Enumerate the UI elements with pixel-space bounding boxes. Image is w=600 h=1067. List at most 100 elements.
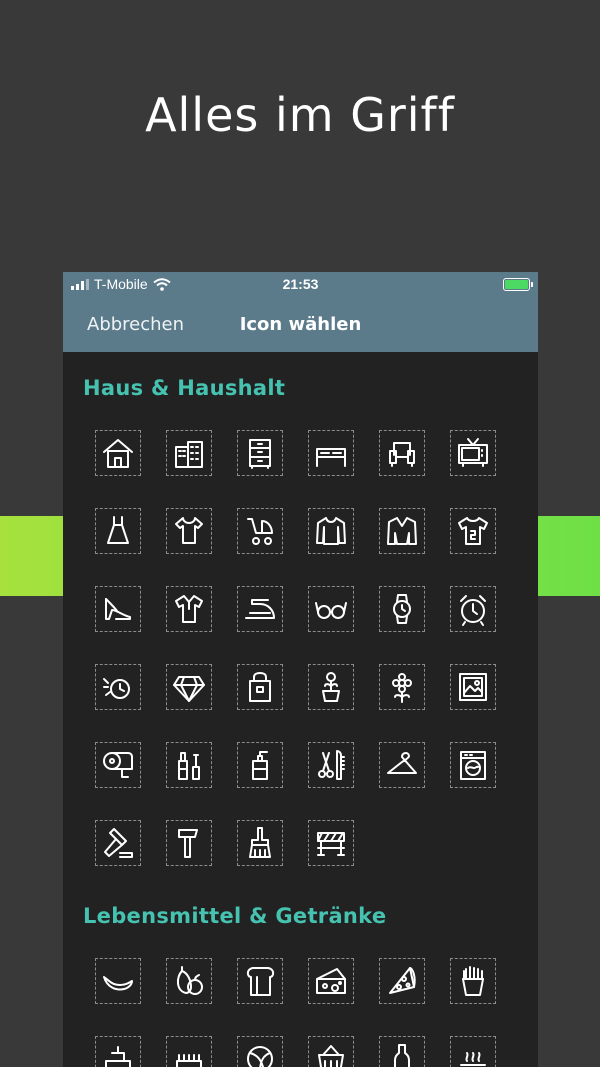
high-heel-option[interactable]: [95, 586, 141, 632]
jacket-icon: [387, 517, 417, 545]
headline: Alles im Griff: [145, 88, 455, 142]
picture-option[interactable]: [450, 664, 496, 710]
polo-shirt-option[interactable]: [166, 586, 212, 632]
diamond-icon: [173, 676, 205, 702]
alarm-clock-option[interactable]: [450, 586, 496, 632]
high-heel-icon: [105, 598, 131, 620]
toilet-paper-icon: [103, 752, 133, 778]
armchair-icon: [389, 442, 415, 467]
tv-option[interactable]: [450, 430, 496, 476]
section-household: Haus & Haushalt: [83, 376, 518, 866]
paint-brush-icon: [249, 827, 271, 858]
signal-icon: [71, 278, 89, 290]
potted-flower-option[interactable]: [308, 664, 354, 710]
fries-option[interactable]: [450, 958, 496, 1004]
candles-option[interactable]: [166, 1036, 212, 1067]
icon-grid: [95, 430, 518, 866]
washing-machine-option[interactable]: [450, 742, 496, 788]
hanger-icon: [387, 752, 417, 774]
bottle-icon: [394, 1044, 410, 1067]
ball-icon: [247, 1046, 273, 1067]
cheese-option[interactable]: [308, 958, 354, 1004]
icon-picker: Haus & Haushalt Lebensmittel & Getränke: [63, 376, 538, 1067]
polo-shirt-icon: [175, 595, 203, 623]
potted-flower-icon: [322, 672, 340, 702]
buildings-option[interactable]: [166, 430, 212, 476]
paint-brush-option[interactable]: [237, 820, 283, 866]
phone-screen: T-Mobile 21:53 Abbrechen Icon wählen Hau…: [63, 272, 538, 1067]
jersey-option[interactable]: [450, 508, 496, 554]
stroller-option[interactable]: [237, 508, 283, 554]
wall-clock-option[interactable]: [95, 664, 141, 710]
bottle-option[interactable]: [379, 1036, 425, 1067]
handbag-option[interactable]: [237, 664, 283, 710]
fruit-icon: [176, 966, 203, 995]
glasses-option[interactable]: [308, 586, 354, 632]
barrier-option[interactable]: [308, 820, 354, 866]
wristwatch-icon: [393, 594, 411, 624]
basket-option[interactable]: [308, 1036, 354, 1067]
hammer-option[interactable]: [166, 820, 212, 866]
iron-icon: [245, 599, 275, 619]
cosmetics-icon: [178, 752, 200, 780]
stroller-icon: [247, 518, 273, 545]
soap-dispenser-icon: [252, 751, 268, 780]
cosmetics-option[interactable]: [166, 742, 212, 788]
section-food: Lebensmittel & Getränke: [83, 904, 518, 1067]
sweater-icon: [316, 517, 346, 545]
cake-icon: [105, 1046, 131, 1067]
hanger-option[interactable]: [379, 742, 425, 788]
gavel-icon: [104, 828, 133, 858]
scissors-comb-option[interactable]: [308, 742, 354, 788]
steam-icon: [460, 1052, 486, 1066]
nav-bar: Abbrechen Icon wählen: [63, 296, 538, 352]
gavel-option[interactable]: [95, 820, 141, 866]
section-title: Lebensmittel & Getränke: [83, 904, 387, 928]
sweater-option[interactable]: [308, 508, 354, 554]
dresser-icon: [249, 439, 271, 469]
wristwatch-option[interactable]: [379, 586, 425, 632]
cheese-icon: [316, 968, 346, 994]
jacket-option[interactable]: [379, 508, 425, 554]
bread-option[interactable]: [237, 958, 283, 1004]
pizza-option[interactable]: [379, 958, 425, 1004]
baby-bodysuit-icon: [175, 517, 203, 544]
scissors-comb-icon: [318, 750, 345, 780]
alarm-clock-icon: [460, 595, 486, 626]
cake-option[interactable]: [95, 1036, 141, 1067]
fruit-option[interactable]: [166, 958, 212, 1004]
iron-option[interactable]: [237, 586, 283, 632]
washing-machine-icon: [460, 751, 486, 780]
pizza-icon: [389, 967, 416, 994]
section-title: Haus & Haushalt: [83, 376, 286, 400]
handbag-icon: [249, 672, 271, 702]
dress-option[interactable]: [95, 508, 141, 554]
tv-icon: [458, 438, 488, 467]
carrier-label: T-Mobile: [94, 276, 148, 292]
jersey-icon: [458, 517, 488, 545]
buildings-icon: [175, 441, 203, 468]
steam-option[interactable]: [450, 1036, 496, 1067]
wifi-icon: [153, 277, 171, 291]
diamond-option[interactable]: [166, 664, 212, 710]
soap-dispenser-option[interactable]: [237, 742, 283, 788]
bed-option[interactable]: [308, 430, 354, 476]
flower-icon: [392, 673, 412, 703]
fries-icon: [462, 966, 484, 996]
baby-bodysuit-option[interactable]: [166, 508, 212, 554]
banana-option[interactable]: [95, 958, 141, 1004]
icon-grid: [95, 958, 518, 1067]
dress-icon: [107, 516, 129, 544]
bed-icon: [316, 448, 346, 467]
toilet-paper-option[interactable]: [95, 742, 141, 788]
wall-clock-icon: [103, 678, 130, 699]
armchair-option[interactable]: [379, 430, 425, 476]
dresser-option[interactable]: [237, 430, 283, 476]
hammer-icon: [178, 829, 198, 858]
flower-option[interactable]: [379, 664, 425, 710]
house-icon: [103, 439, 133, 468]
ball-option[interactable]: [237, 1036, 283, 1067]
house-option[interactable]: [95, 430, 141, 476]
cancel-button[interactable]: Abbrechen: [87, 314, 184, 335]
basket-icon: [318, 1045, 344, 1067]
